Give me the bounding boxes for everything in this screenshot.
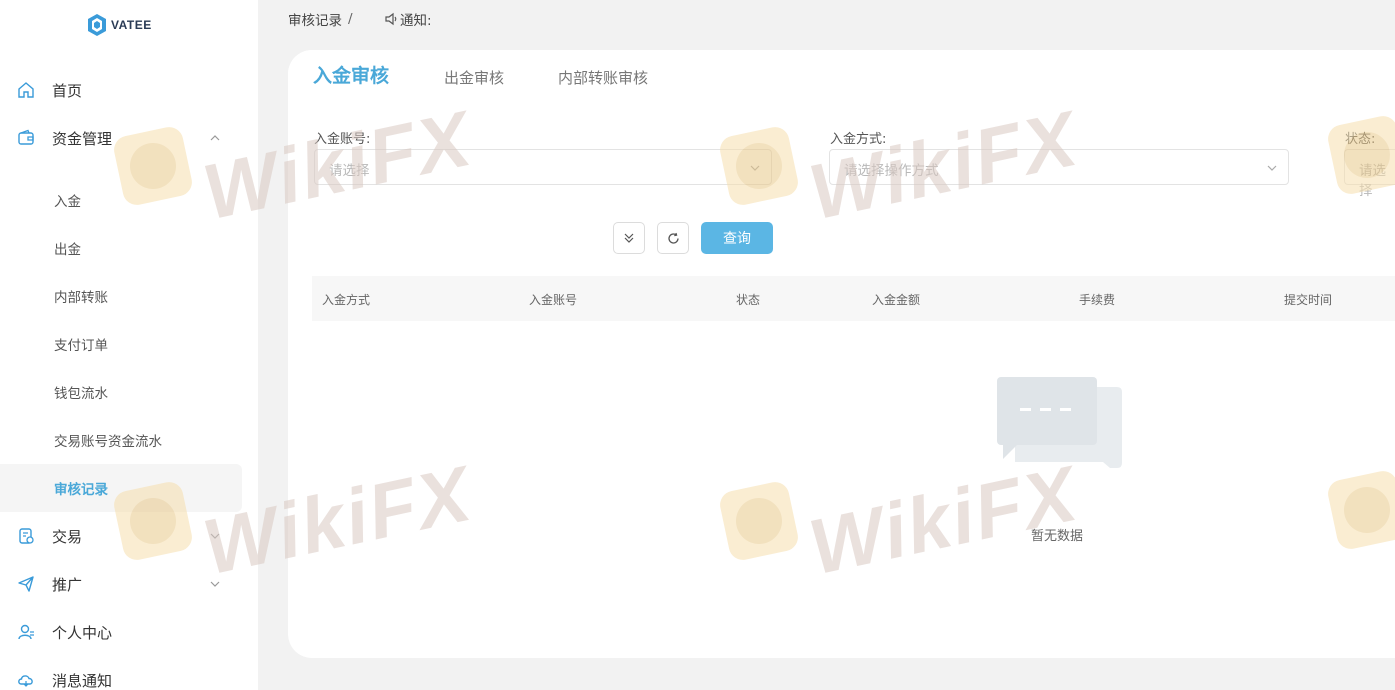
menu-item-label: 个人中心 xyxy=(52,623,113,642)
breadcrumb-separator: / xyxy=(348,11,353,27)
tab-transfer-review[interactable]: 内部转账审核 xyxy=(558,67,648,88)
account-filter-label: 入金账号: xyxy=(314,132,371,147)
chevron-down-icon xyxy=(210,581,220,587)
chevron-down-icon xyxy=(210,533,220,539)
method-select-placeholder: 请选择操作方式 xyxy=(844,163,939,179)
sub-item-payment-orders[interactable]: 支付订单 xyxy=(0,320,242,368)
tab-withdraw-review[interactable]: 出金审核 xyxy=(444,67,504,88)
send-icon xyxy=(17,575,35,593)
expand-filters-button[interactable] xyxy=(613,222,645,254)
table-header: 入金方式 入金账号 状态 入金金额 手续费 提交时间 xyxy=(312,276,1395,321)
breadcrumb: 审核记录 / xyxy=(288,9,361,29)
empty-data-icon xyxy=(997,377,1122,468)
logo-icon xyxy=(88,14,106,36)
column-header[interactable]: 入金账号 xyxy=(529,291,577,308)
tab-deposit-review[interactable]: 入金审核 xyxy=(313,61,389,88)
sub-item-deposit[interactable]: 入金 xyxy=(0,176,242,224)
sub-item-label: 内部转账 xyxy=(54,290,108,306)
sub-item-internal-transfer[interactable]: 内部转账 xyxy=(0,272,242,320)
sidebar: VATEE 首页 资金管理 入金 出金 内部转账 支付订单 钱包流水 交易账号资… xyxy=(0,0,258,690)
query-button[interactable]: 查询 xyxy=(701,222,773,254)
sub-item-audit-records[interactable]: 审核记录 xyxy=(0,464,242,512)
sub-item-label: 入金 xyxy=(54,194,81,210)
menu-item-label: 交易 xyxy=(52,527,83,546)
sub-item-label: 支付订单 xyxy=(54,338,108,354)
menu-item-messages[interactable]: 消息通知 xyxy=(0,660,242,690)
notice-bar[interactable]: 通知: xyxy=(384,9,432,29)
account-select[interactable]: 请选择 xyxy=(314,149,772,185)
status-select-placeholder: 请选择 xyxy=(1359,163,1386,199)
cloud-icon xyxy=(17,671,35,689)
method-select[interactable]: 请选择操作方式 xyxy=(829,149,1289,185)
logo[interactable]: VATEE xyxy=(87,13,152,37)
trade-icon xyxy=(17,527,35,545)
refresh-button[interactable] xyxy=(657,222,689,254)
chevron-up-icon xyxy=(210,135,220,141)
account-select-placeholder: 请选择 xyxy=(329,163,370,179)
column-header[interactable]: 手续费 xyxy=(1079,291,1115,308)
column-header[interactable]: 状态 xyxy=(736,291,760,308)
menu-item-trade[interactable]: 交易 xyxy=(0,516,242,556)
user-icon xyxy=(17,623,35,641)
menu-item-label: 消息通知 xyxy=(52,671,113,690)
menu-item-promotion[interactable]: 推广 xyxy=(0,564,242,604)
menu-item-label: 推广 xyxy=(52,575,83,594)
sub-item-trading-account-flow[interactable]: 交易账号资金流水 xyxy=(0,416,242,464)
home-icon xyxy=(17,81,35,99)
empty-state-text: 暂无数据 xyxy=(1031,529,1084,544)
sub-item-label: 钱包流水 xyxy=(54,386,108,402)
sub-item-wallet-flow[interactable]: 钱包流水 xyxy=(0,368,242,416)
sub-item-label: 出金 xyxy=(54,242,81,258)
menu-item-fund-management[interactable]: 资金管理 xyxy=(0,118,242,158)
menu-item-home[interactable]: 首页 xyxy=(0,70,242,110)
status-filter-label: 状态: xyxy=(1345,132,1376,147)
menu-item-label: 首页 xyxy=(52,81,83,100)
sub-item-withdraw[interactable]: 出金 xyxy=(0,224,242,272)
chevron-down-icon xyxy=(1267,165,1277,171)
sub-item-label: 交易账号资金流水 xyxy=(54,434,162,450)
chevron-down-icon xyxy=(750,165,760,171)
column-header[interactable]: 提交时间 xyxy=(1284,291,1332,308)
menu-item-personal-center[interactable]: 个人中心 xyxy=(0,612,242,652)
wallet-icon xyxy=(17,129,35,147)
logo-text: VATEE xyxy=(111,18,152,32)
speaker-icon xyxy=(385,12,397,26)
status-select[interactable]: 请选择 xyxy=(1344,149,1395,199)
menu-item-label: 资金管理 xyxy=(52,129,113,148)
column-header[interactable]: 入金金额 xyxy=(872,291,920,308)
method-filter-label: 入金方式: xyxy=(830,132,887,147)
column-header[interactable]: 入金方式 xyxy=(322,291,370,308)
refresh-icon xyxy=(667,232,679,244)
breadcrumb-current[interactable]: 审核记录 xyxy=(288,9,342,29)
notice-label: 通知: xyxy=(400,13,432,29)
sub-item-label: 审核记录 xyxy=(54,482,108,498)
double-chevron-down-icon xyxy=(624,233,634,243)
